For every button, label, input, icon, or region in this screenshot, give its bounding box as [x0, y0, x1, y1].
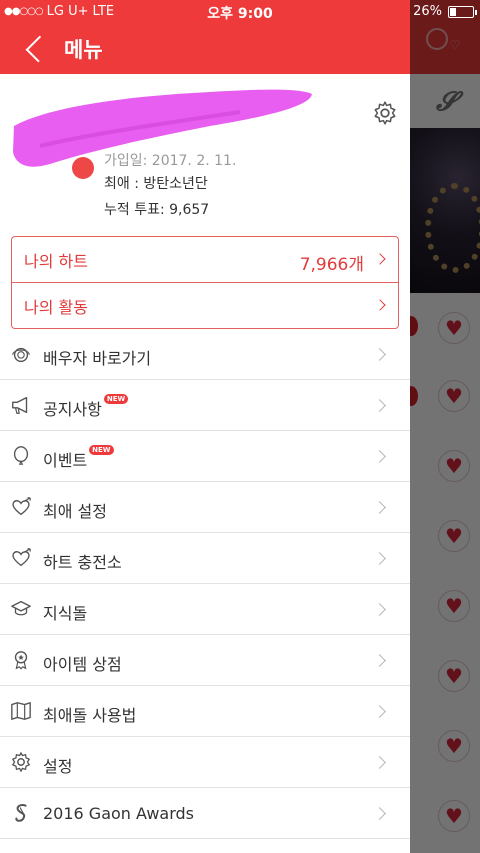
- menu-item-label: 최애돌 사용법: [43, 706, 137, 725]
- megaphone-icon: [12, 396, 28, 414]
- balloon-icon: [13, 446, 29, 465]
- heart-arrow-icon: [12, 548, 31, 567]
- menu-item-knowledge[interactable]: 지식돌: [0, 584, 410, 635]
- menu-item-text: 공지사항: [43, 400, 102, 419]
- status-time: 오후 9:00: [207, 6, 273, 22]
- chevron-right-icon: [374, 253, 386, 265]
- menu-item-event[interactable]: 이벤트NEW: [0, 431, 410, 482]
- chevron-right-icon: [373, 450, 386, 463]
- chevron-right-icon: [373, 399, 386, 412]
- menu-item-label: 설정: [43, 757, 73, 776]
- chevron-right-icon: [373, 654, 386, 667]
- back-button[interactable]: [20, 32, 53, 66]
- menu-item-label: 최애 설정: [43, 502, 107, 521]
- menu-item-settings[interactable]: 설정: [0, 737, 410, 788]
- menu-drawer: 메뉴 가입일: 2017. 2. 11. 최애 : 방탄소년단 누적 투표: 9…: [0, 0, 410, 853]
- battery-fill: [450, 7, 456, 16]
- battery-icon: [448, 5, 477, 18]
- total-votes: 누적 투표: 9,657: [104, 202, 210, 218]
- status-bar: ●●○○○ LG U+ LTE 오후 9:00 26%: [0, 0, 480, 24]
- hearts-activity-box: 나의 하트 7,966개 나의 활동: [11, 236, 399, 329]
- menu-item-heart-charge[interactable]: 하트 충전소: [0, 533, 410, 584]
- heart-arrow-icon: [12, 497, 31, 516]
- profile-settings-gear-icon[interactable]: [372, 100, 398, 126]
- menu-item-label: 아이템 상점: [43, 655, 122, 674]
- favorite-artist: 최애 : 방탄소년단: [104, 176, 208, 192]
- my-activity-label: 나의 활동: [24, 298, 88, 317]
- page-title: 메뉴: [64, 38, 103, 62]
- spouse-ring-icon: [12, 347, 30, 363]
- chevron-right-icon: [374, 299, 386, 311]
- menu-item-text: 이벤트: [43, 451, 88, 470]
- my-activity-row[interactable]: 나의 활동: [12, 283, 398, 329]
- graduation-cap-icon: [11, 600, 31, 616]
- menu-list: 배우자 바로가기 공지사항NEW 이벤트NEW 최애 설정 하트 충전소 지식돌…: [0, 329, 410, 839]
- chevron-left-icon: [25, 35, 53, 63]
- battery-percent: 26%: [413, 4, 442, 19]
- chevron-right-icon: [373, 756, 386, 769]
- chevron-right-icon: [373, 705, 386, 718]
- menu-item-gaon-awards[interactable]: 2016 Gaon Awards: [0, 788, 410, 839]
- menu-item-label: 이벤트NEW: [43, 445, 114, 471]
- menu-item-label: 하트 충전소: [43, 553, 122, 572]
- menu-item-favorite-settings[interactable]: 최애 설정: [0, 482, 410, 533]
- menu-item-spouse[interactable]: 배우자 바로가기: [0, 329, 410, 380]
- my-hearts-value: 7,966개: [299, 255, 364, 275]
- menu-item-notice[interactable]: 공지사항NEW: [0, 380, 410, 431]
- chevron-right-icon: [373, 807, 386, 820]
- menu-item-guide[interactable]: 최애돌 사용법: [0, 686, 410, 737]
- gaon-logo-icon: [15, 804, 27, 822]
- chevron-right-icon: [373, 603, 386, 616]
- avatar-badge: [72, 157, 94, 179]
- gear-icon: [12, 752, 30, 772]
- map-icon: [11, 702, 31, 720]
- chevron-right-icon: [373, 552, 386, 565]
- menu-item-label: 공지사항NEW: [43, 394, 129, 420]
- new-badge: NEW: [89, 445, 114, 455]
- menu-item-label: 2016 Gaon Awards: [43, 804, 194, 823]
- badge-award-icon: [14, 651, 28, 670]
- my-hearts-row[interactable]: 나의 하트 7,966개: [12, 237, 398, 283]
- menu-item-label: 지식돌: [43, 604, 88, 623]
- menu-item-item-shop[interactable]: 아이템 상점: [0, 635, 410, 686]
- join-date: 가입일: 2017. 2. 11.: [104, 153, 237, 169]
- menu-item-label: 배우자 바로가기: [43, 349, 152, 368]
- my-hearts-label: 나의 하트: [24, 251, 88, 271]
- chevron-right-icon: [373, 348, 386, 361]
- status-right: 26%: [413, 4, 477, 19]
- chevron-right-icon: [373, 501, 386, 514]
- new-badge: NEW: [103, 394, 129, 404]
